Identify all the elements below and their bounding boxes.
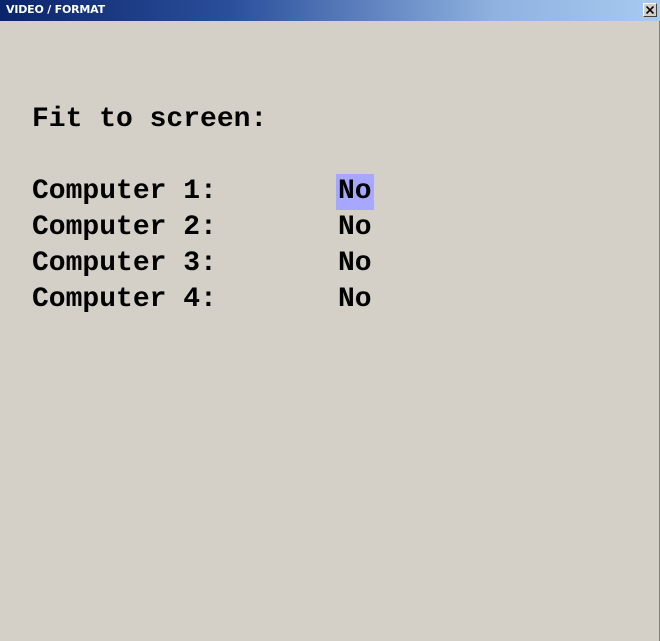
computer-3-label: Computer 3: [32, 248, 217, 279]
computer-4-value[interactable]: No [336, 282, 374, 318]
close-button[interactable] [643, 3, 657, 17]
computer-2-label: Computer 2: [32, 212, 217, 243]
computer-row-2: Computer 2: No [32, 210, 374, 246]
computer-4-label: Computer 4: [32, 284, 217, 315]
computer-row-4: Computer 4: No [32, 282, 374, 318]
computer-3-value[interactable]: No [336, 246, 374, 282]
title-bar: VIDEO / FORMAT [0, 0, 660, 21]
window-title: VIDEO / FORMAT [6, 3, 105, 16]
video-format-window: VIDEO / FORMAT Fit to screen: Computer 1… [0, 0, 660, 641]
computer-row-1: Computer 1: No [32, 174, 374, 210]
computer-1-value[interactable]: No [336, 174, 374, 210]
close-icon [646, 6, 654, 14]
fit-to-screen-heading: Fit to screen: [32, 104, 268, 135]
computer-row-3: Computer 3: No [32, 246, 374, 282]
fit-to-screen-panel: Fit to screen: Computer 1: No Computer 2… [32, 102, 374, 318]
computer-1-label: Computer 1: [32, 176, 217, 207]
computer-2-value[interactable]: No [336, 210, 374, 246]
